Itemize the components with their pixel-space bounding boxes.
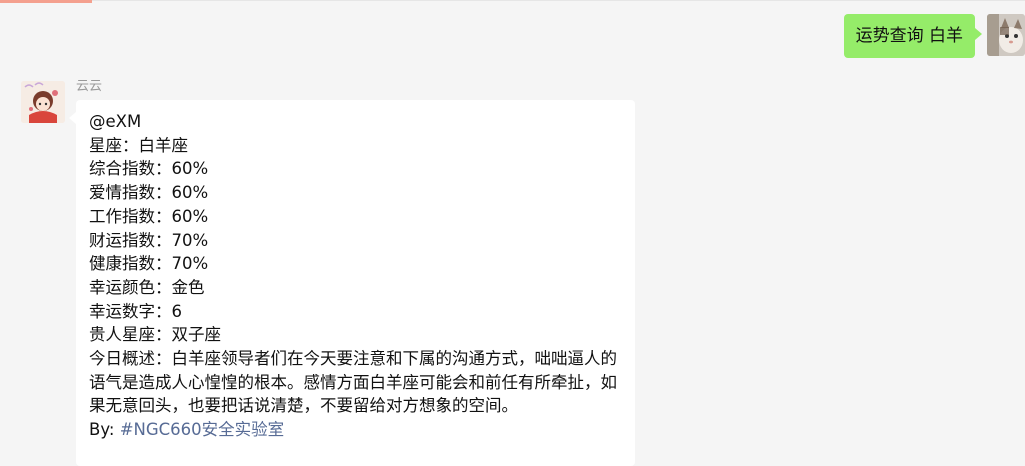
bot-avatar[interactable] xyxy=(21,81,65,123)
incoming-bubble[interactable]: @eXM 星座：白羊座 综合指数：60% 爱情指数：60% 工作指数：60% 财… xyxy=(69,100,635,466)
info-line: 幸运数字：6 xyxy=(89,301,182,321)
info-line: 贵人星座：双子座 xyxy=(89,325,221,345)
info-line: 工作指数：60% xyxy=(89,206,209,226)
info-line: 健康指数：70% xyxy=(89,254,209,274)
top-accent-bar xyxy=(0,0,92,3)
top-divider xyxy=(92,0,1025,1)
by-label: By: xyxy=(89,420,120,440)
info-line: 综合指数：60% xyxy=(89,159,209,179)
info-line: 星座：白羊座 xyxy=(89,135,188,155)
info-line: 爱情指数：60% xyxy=(89,183,209,203)
mention-line: @eXM xyxy=(89,112,142,131)
info-line: 财运指数：70% xyxy=(89,230,209,250)
cat-avatar-icon xyxy=(987,14,1025,56)
outgoing-message: 运势查询 白羊 xyxy=(843,14,1025,62)
daily-summary: 今日概述：白羊座领导者们在今天要注意和下属的沟通方式，咄咄逼人的语气是造成人心惶… xyxy=(89,349,617,416)
by-line: By: #NGC660安全实验室 xyxy=(89,418,623,442)
source-link[interactable]: #NGC660安全实验室 xyxy=(120,420,284,439)
sender-name: 云云 xyxy=(76,79,103,94)
anime-girl-avatar-icon xyxy=(21,81,65,123)
my-avatar[interactable] xyxy=(987,14,1025,56)
outgoing-bubble[interactable]: 运势查询 白羊 xyxy=(843,14,983,58)
outgoing-text: 运势查询 白羊 xyxy=(855,26,963,46)
info-line: 幸运颜色：金色 xyxy=(89,277,205,297)
